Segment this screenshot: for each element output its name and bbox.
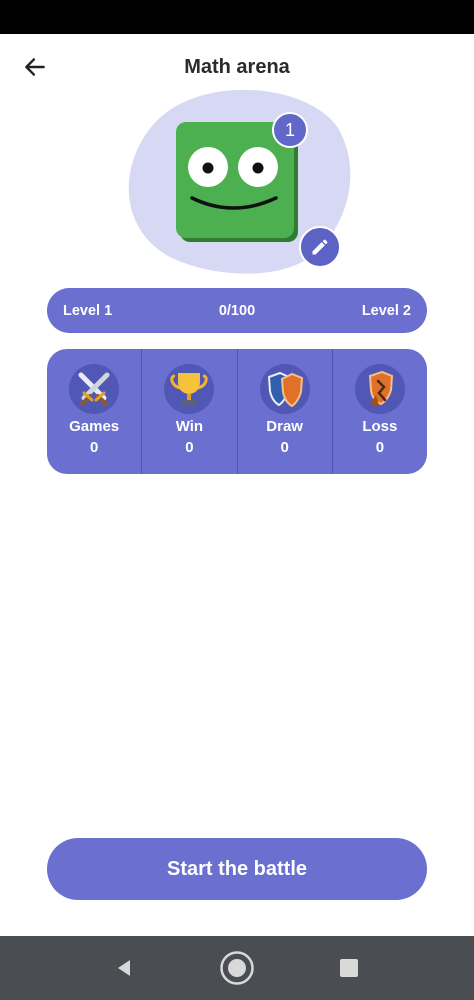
nav-home-icon (220, 951, 254, 985)
shields-icon (259, 364, 310, 414)
avatar-section: 1 (0, 86, 474, 282)
system-navigation-bar (0, 936, 474, 1000)
start-battle-button[interactable]: Start the battle (47, 838, 427, 900)
current-level-label: Level 1 (63, 302, 113, 319)
stat-loss: Loss 0 (331, 349, 427, 474)
level-badge: 1 (272, 112, 308, 148)
next-level-label: Level 2 (361, 302, 411, 319)
crossed-swords-icon (69, 364, 120, 414)
nav-back-button[interactable] (106, 950, 142, 986)
broken-shield-icon (354, 364, 405, 414)
stat-label: Games (69, 418, 120, 435)
stat-value: 0 (89, 439, 99, 456)
edit-avatar-button[interactable] (299, 226, 341, 268)
trophy-icon (164, 364, 215, 414)
nav-back-icon (118, 960, 130, 976)
nav-recents-icon (340, 959, 358, 977)
stat-games: Games 0 (47, 349, 141, 474)
status-bar (0, 0, 474, 34)
nav-recents-button[interactable] (331, 950, 367, 986)
level-progress-bar: Level 1 0/100 Level 2 (47, 288, 427, 333)
nav-home-button[interactable] (219, 950, 255, 986)
stat-value: 0 (185, 439, 194, 456)
progress-text: 0/100 (218, 302, 256, 319)
stat-value: 0 (375, 439, 385, 456)
stat-draw: Draw 0 (236, 349, 332, 474)
stat-value: 0 (280, 439, 289, 456)
pencil-icon (312, 239, 328, 255)
stat-label: Loss (362, 418, 398, 435)
stats-panel: Games 0 Win 0 Draw 0 Loss 0 (47, 349, 427, 474)
stat-label: Win (175, 418, 204, 435)
page-title: Math arena (184, 56, 290, 78)
stat-label: Draw (266, 418, 303, 435)
stat-win: Win 0 (141, 349, 236, 474)
